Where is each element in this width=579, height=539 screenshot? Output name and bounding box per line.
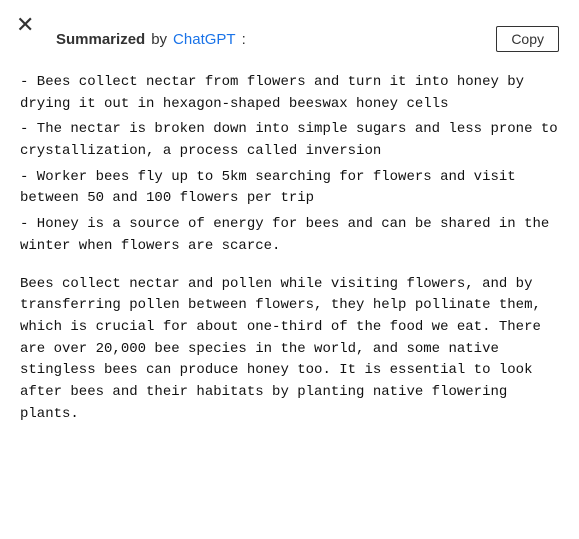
bullet-line-1: - Bees collect nectar from flowers and t… bbox=[20, 72, 559, 115]
bullet-line-3: - Worker bees fly up to 5km searching fo… bbox=[20, 167, 559, 210]
copy-button[interactable]: Copy bbox=[496, 26, 559, 52]
by-text: by bbox=[151, 31, 167, 48]
bullet-line-2: - The nectar is broken down into simple … bbox=[20, 119, 559, 162]
summarized-label: Summarized bbox=[56, 31, 145, 48]
content-area: - Bees collect nectar from flowers and t… bbox=[20, 72, 559, 425]
summary-paragraph: Bees collect nectar and pollen while vis… bbox=[20, 274, 559, 426]
summary-container: ✕ Summarized by ChatGPT: Copy - Bees col… bbox=[0, 0, 579, 539]
bullet-line-4: - Honey is a source of energy for bees a… bbox=[20, 214, 559, 257]
colon: : bbox=[242, 31, 246, 48]
close-button[interactable]: ✕ bbox=[16, 14, 34, 36]
header: Summarized by ChatGPT: Copy bbox=[20, 24, 559, 52]
close-icon: ✕ bbox=[16, 12, 34, 37]
header-left: Summarized by ChatGPT: bbox=[56, 31, 246, 48]
chatgpt-link[interactable]: ChatGPT bbox=[173, 31, 236, 48]
paragraph-section: Bees collect nectar and pollen while vis… bbox=[20, 274, 559, 426]
bullet-section: - Bees collect nectar from flowers and t… bbox=[20, 72, 559, 258]
